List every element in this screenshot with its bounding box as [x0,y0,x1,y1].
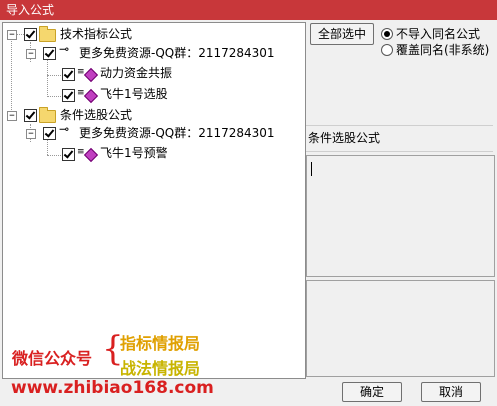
tree-connector [11,36,12,116]
text-caret [311,162,312,176]
formula-icon: ≡ [77,88,85,98]
formula-type-panel: 条件选股公式 [306,125,493,152]
formula-gem-icon [83,88,99,104]
formula-icon: ≡ [77,67,85,77]
subgroup-label[interactable]: 更多免费资源-QQ群：2117284301 [79,44,275,61]
tree-connector [16,34,24,35]
overlay-url: www.zhibiao168.com [11,378,214,398]
radio-label-skip[interactable]: 不导入同名公式 [396,25,480,42]
key-icon: ⊸ [59,122,70,136]
subgroup-checkbox[interactable] [43,47,56,60]
formula-tree[interactable]: − 技术指标公式 − ⊸ 更多免费资源-QQ群：2117284301 ≡ 动力资… [2,22,306,379]
formula-description-area[interactable] [306,155,495,277]
overlay-line1: 指标情报局 [120,334,201,353]
formula-preview-area[interactable] [306,280,495,377]
item-checkbox[interactable] [62,89,75,102]
collapse-toggle[interactable]: − [7,111,17,121]
overlay-wechat: 微信公众号 [12,349,93,368]
formula-item[interactable]: 动力资金共振 [100,64,172,81]
subgroup-checkbox[interactable] [43,127,56,140]
collapse-toggle[interactable]: − [26,129,36,139]
ok-button[interactable]: 确定 [342,382,402,402]
key-icon: ⊸ [59,42,70,56]
item-checkbox[interactable] [62,148,75,161]
radio-label-overwrite[interactable]: 覆盖同名(非系统) [396,41,489,58]
item-checkbox[interactable] [62,68,75,81]
collapse-toggle[interactable]: − [26,49,36,59]
tree-connector [47,140,48,155]
group-label-technical[interactable]: 技术指标公式 [60,25,132,42]
formula-type-label: 条件选股公式 [308,131,381,145]
radio-skip-duplicates[interactable] [381,28,393,40]
import-formula-dialog: 导入公式 − 技术指标公式 − ⊸ 更多免费资源-QQ群：2117284301 … [0,0,497,406]
group-checkbox-selection[interactable] [24,109,37,122]
collapse-toggle[interactable]: − [7,30,17,40]
tree-connector [47,96,61,97]
subgroup-label[interactable]: 更多免费资源-QQ群：2117284301 [79,124,275,141]
folder-icon [39,26,56,42]
overlay-line2: 战法情报局 [120,359,201,378]
tree-connector [47,75,61,76]
tree-connector [47,155,61,156]
folder-icon [39,107,56,123]
cancel-button[interactable]: 取消 [421,382,481,402]
group-label-selection[interactable]: 条件选股公式 [60,106,132,123]
formula-gem-icon [83,147,99,163]
group-checkbox-technical[interactable] [24,28,37,41]
formula-gem-icon [83,67,99,83]
formula-item[interactable]: 飞牛1号预警 [100,144,168,161]
formula-item[interactable]: 飞牛1号选股 [100,85,168,102]
formula-icon: ≡ [77,147,85,157]
window-title: 导入公式 [6,3,55,17]
select-all-button[interactable]: 全部选中 [310,23,374,45]
radio-overwrite[interactable] [381,44,393,56]
tree-connector [47,59,48,97]
title-bar: 导入公式 [0,0,497,20]
